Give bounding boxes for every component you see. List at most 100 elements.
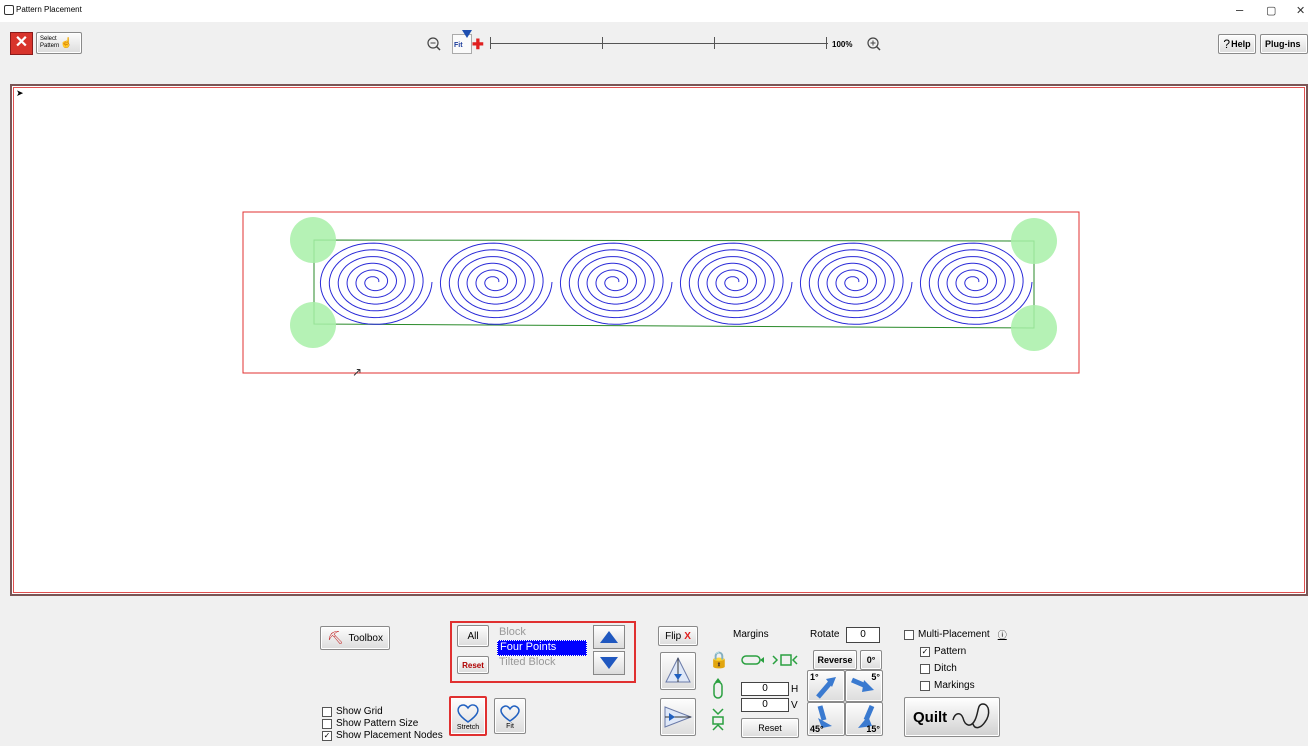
toolbox-button[interactable]: ⛏ Toolbox [320, 626, 390, 650]
flip-horizontal-icon [664, 706, 693, 728]
vertical-margin-icon[interactable] [708, 676, 728, 702]
show-pattern-size-checkbox[interactable]: Show Pattern Size [322, 718, 418, 729]
zoom-slider-thumb[interactable] [462, 30, 472, 38]
zero-degree-label: 0° [866, 655, 876, 665]
reverse-label: Reverse [817, 655, 853, 665]
help-button[interactable]: ? Help [1218, 34, 1256, 54]
spiral-motif [559, 242, 673, 325]
list-item-selected[interactable]: Four Points [497, 640, 587, 656]
list-item[interactable]: Tilted Block [497, 656, 587, 670]
ditch-checkbox[interactable]: Ditch [920, 663, 957, 674]
checkbox-box: ✓ [322, 730, 332, 741]
quilt-label: Quilt [913, 708, 948, 726]
spiral-motif [919, 242, 1033, 325]
zoom-out-icon[interactable] [426, 36, 442, 52]
reset-label: Reset [462, 660, 484, 670]
margin-h-label: H [791, 684, 799, 695]
close-window-button[interactable]: ✕ [1296, 4, 1305, 17]
checkbox-box [920, 663, 930, 674]
plugins-label: Plug-ins [1265, 39, 1301, 49]
heart-icon [500, 704, 520, 722]
placement-type-list[interactable]: Block Four Points Tilted Block [497, 626, 587, 672]
flip-horizontal-button[interactable] [660, 698, 696, 736]
help-label: Help [1231, 39, 1251, 49]
close-red-x-button[interactable]: ✕ [10, 32, 33, 55]
rotate-45-label: 45° [810, 724, 824, 734]
placement-node [290, 302, 336, 348]
select-pattern-button[interactable]: Select Pattern ☝ [36, 32, 82, 54]
margin-v-value: 0 [762, 699, 768, 710]
list-item[interactable]: Block [497, 626, 587, 640]
flip-button[interactable]: Flip X [658, 626, 698, 646]
stretch-button[interactable]: Stretch [449, 696, 487, 736]
zoom-in-icon[interactable] [866, 36, 882, 52]
title-bar: Pattern Placement – ▢ ✕ [0, 0, 1308, 22]
reverse-button[interactable]: Reverse [813, 650, 857, 670]
rotate-value: 0 [860, 629, 866, 640]
vertical-shrink-icon[interactable] [708, 706, 728, 732]
heart-icon [457, 703, 479, 723]
rotate-label: Rotate [810, 629, 840, 640]
markings-label: Markings [934, 680, 975, 691]
show-pattern-size-label: Show Pattern Size [336, 718, 419, 729]
zoom-tick [714, 37, 715, 49]
placement-node [1011, 218, 1057, 264]
flip-x-label: X [684, 630, 691, 642]
up-arrow-icon [600, 631, 618, 643]
rotate-5-degree-button[interactable]: 5° [845, 670, 883, 702]
flip-label: Flip [665, 630, 682, 642]
reset-placement-button[interactable]: Reset [457, 656, 489, 674]
placement-box [313, 239, 1035, 329]
horizontal-margin-icon[interactable] [740, 652, 770, 668]
move-up-button[interactable] [593, 625, 625, 649]
placement-node [1011, 305, 1057, 351]
show-placement-nodes-checkbox[interactable]: ✓ Show Placement Nodes [322, 730, 443, 741]
ditch-label: Ditch [934, 663, 957, 674]
margin-v-input[interactable]: 0 [741, 698, 789, 712]
fit-button-label: Fit [506, 722, 514, 730]
toolbox-icon: ⛏ [327, 630, 344, 645]
margin-h-input[interactable]: 0 [741, 682, 789, 696]
help-icon: ? [1223, 37, 1231, 51]
zoom-percent-label: 100% [832, 40, 853, 49]
toolbox-label: Toolbox [348, 632, 383, 644]
pattern-checkbox[interactable]: ✓ Pattern [920, 646, 966, 657]
zoom-slider-track[interactable] [490, 43, 828, 44]
all-button[interactable]: All [457, 625, 489, 647]
flip-vertical-button[interactable] [660, 652, 696, 690]
select-pattern-label: Select Pattern [40, 36, 60, 49]
margins-label: Margins [733, 629, 769, 640]
zero-degree-button[interactable]: 0° [860, 650, 882, 670]
cursor-hand-icon: ☝ [60, 37, 73, 49]
lock-icon[interactable]: 🔒 [708, 649, 730, 671]
zoom-tick [826, 37, 827, 49]
rotate-1-degree-button[interactable]: 1° [807, 670, 845, 702]
checkbox-box [904, 629, 914, 640]
plugins-button[interactable]: Plug-ins [1260, 34, 1308, 54]
rotate-input[interactable]: 0 [846, 627, 880, 643]
spiral-motif [319, 242, 433, 325]
quilt-button[interactable]: Quilt [904, 697, 1000, 737]
spiral-motif [799, 242, 913, 325]
fit-button[interactable]: Fit [494, 698, 526, 734]
maximize-button[interactable]: ▢ [1266, 4, 1276, 17]
placement-node [290, 217, 336, 263]
show-grid-checkbox[interactable]: Show Grid [322, 706, 383, 717]
app-icon [4, 5, 14, 15]
zoom-tick [602, 37, 603, 49]
info-icon[interactable]: ⓘ [998, 628, 1007, 641]
move-down-button[interactable] [593, 651, 625, 675]
minimize-button[interactable]: – [1236, 2, 1243, 17]
horizontal-shrink-icon[interactable] [771, 652, 799, 668]
rotate-15-degree-button[interactable]: 15° [845, 702, 883, 736]
multi-placement-checkbox[interactable]: Multi-Placement ⓘ [904, 628, 1007, 641]
spiral-motif [439, 242, 553, 325]
margins-reset-button[interactable]: Reset [741, 718, 799, 738]
pattern-canvas[interactable]: ➤ ↗ [10, 84, 1308, 596]
markings-checkbox[interactable]: Markings [920, 680, 975, 691]
fit-label: Fit [454, 42, 463, 49]
quilt-stitch-icon [952, 703, 990, 729]
pattern-label: Pattern [934, 646, 967, 657]
rotate-45-degree-button[interactable]: 45° [807, 702, 845, 736]
checkbox-box [322, 706, 332, 717]
